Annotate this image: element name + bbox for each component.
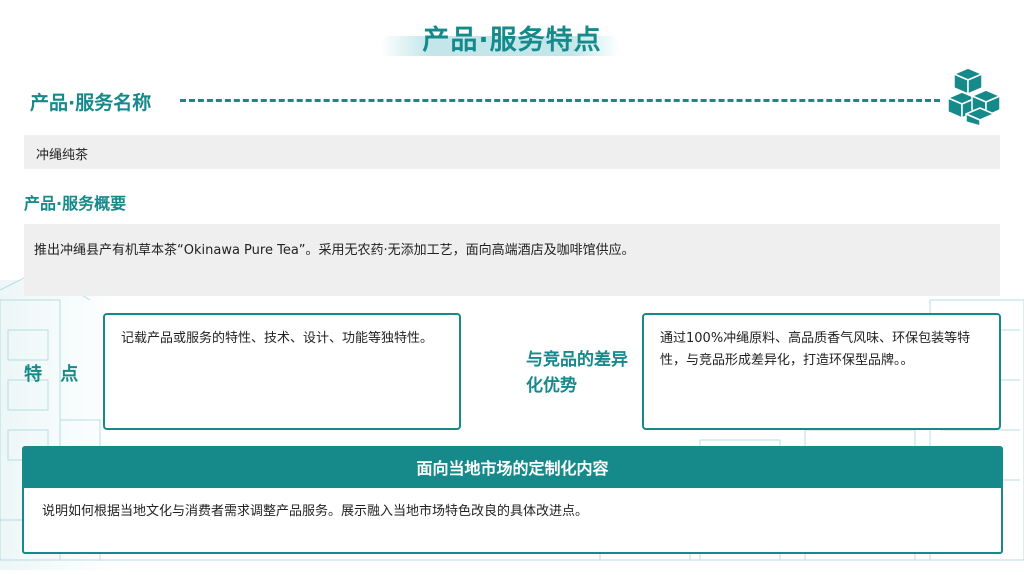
differentiation-text: 通过100%冲绳原料、高品质香气风味、环保包装等特性，与竞品形成差异化，打造环保… [660,331,971,368]
product-name-value: 冲绳纯茶 [36,148,89,163]
dashed-divider [180,99,940,102]
product-name-label: 产品·服务名称 [30,92,152,114]
page-title: 产品·服务特点 [422,25,602,56]
product-name-box: 冲绳纯茶 [24,135,1000,169]
differentiation-label: 与竞品的差异化优势 [526,350,628,396]
overview-text: 推出冲绳县产有机草本茶“Okinawa Pure Tea”。采用无农药·无添加工… [34,243,635,258]
features-card: 记载产品或服务的特性、技术、设计、功能等独特性。 [103,313,461,430]
overview-box: 推出冲绳县产有机草本茶“Okinawa Pure Tea”。采用无农药·无添加工… [24,224,1000,296]
localization-header: 面向当地市场的定制化内容 [24,448,1001,488]
features-text: 记载产品或服务的特性、技术、设计、功能等独特性。 [121,331,434,346]
features-label: 特 点 [24,364,85,385]
overview-label: 产品·服务概要 [24,194,127,213]
localization-text: 说明如何根据当地文化与消费者需求调整产品服务。展示融入当地市场特色改良的具体改进… [42,504,589,519]
stacked-cubes-icon [947,67,1001,126]
localization-panel: 面向当地市场的定制化内容 说明如何根据当地文化与消费者需求调整产品服务。展示融入… [22,446,1003,554]
differentiation-card: 通过100%冲绳原料、高品质香气风味、环保包装等特性，与竞品形成差异化，打造环保… [642,313,1001,430]
